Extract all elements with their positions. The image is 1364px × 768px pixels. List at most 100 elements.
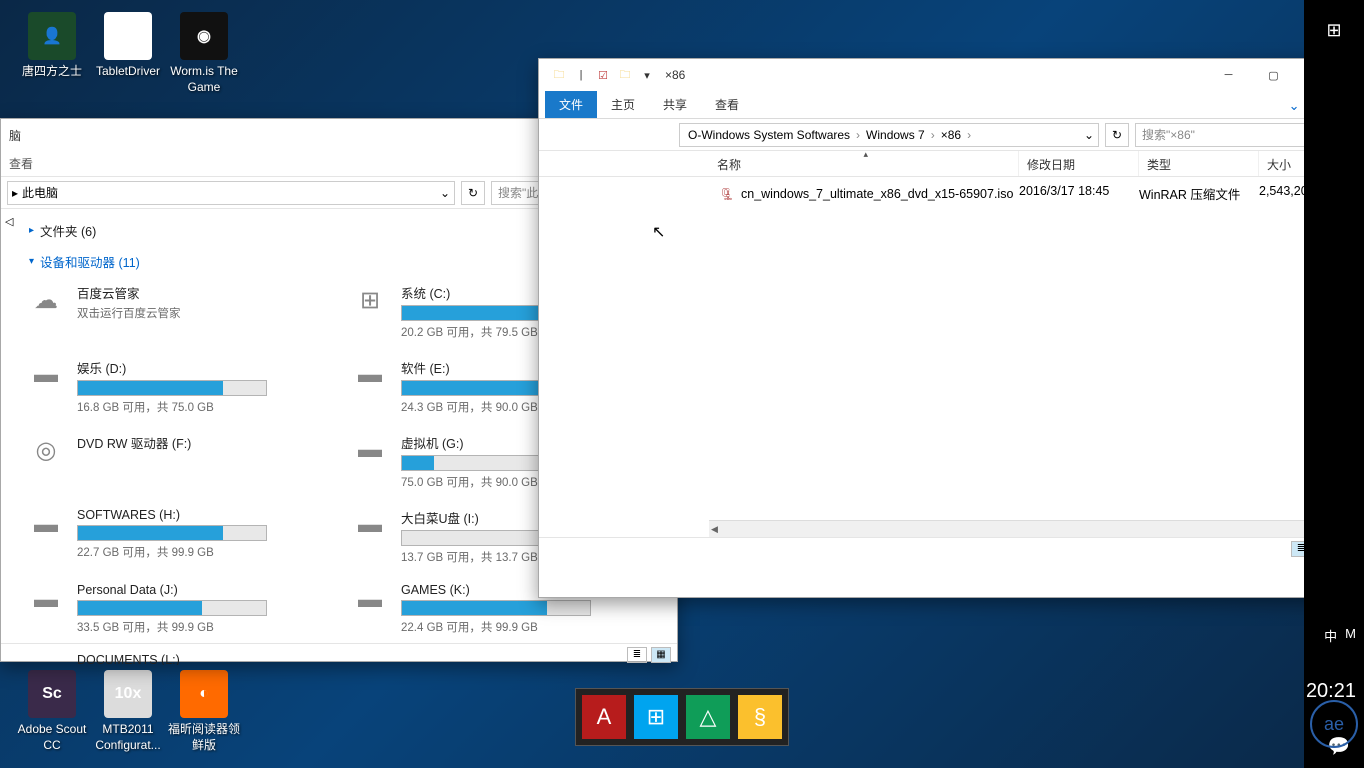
app-icon: ◐	[180, 670, 228, 718]
drive-icon: ▬	[349, 508, 391, 542]
capacity-bar	[77, 380, 267, 396]
maximize-button[interactable]: ▢	[1251, 59, 1296, 91]
icon-label: 福昕阅读器领鲜版	[166, 722, 242, 753]
file-name: cn_windows_7_ultimate_x86_dvd_x15-65907.…	[741, 187, 1013, 201]
nav-back-icon[interactable]: ◁	[5, 215, 13, 228]
col-name[interactable]: 名称 ▴	[709, 151, 1019, 176]
start-charm[interactable]: ⊞	[1304, 0, 1364, 60]
app-icon: 10x	[104, 670, 152, 718]
drive-meta: 22.4 GB 可用，共 99.9 GB	[401, 619, 653, 635]
drive-item[interactable]: ☁百度云管家双击运行百度云管家	[21, 277, 333, 346]
dock-item-dna[interactable]: §	[738, 695, 782, 739]
archive-icon: 🗜	[719, 186, 735, 202]
charms-bar: ⊞	[1304, 0, 1364, 768]
breadcrumb-separator-icon: ›	[965, 128, 973, 142]
file-type: WinRAR 压缩文件	[1139, 184, 1259, 203]
breadcrumb-item[interactable]: ×86	[937, 128, 965, 142]
desktop-icon-worm-is-the-game[interactable]: ◉Worm.is The Game	[166, 12, 242, 95]
drive-icon: ⊞	[349, 283, 391, 317]
dock: A⊞△§	[575, 688, 789, 746]
status-bar: ≣ ▦	[539, 537, 1341, 559]
drive-icon: ▬	[25, 583, 67, 617]
search-placeholder: 搜索"×86"	[1142, 126, 1195, 143]
quick-access-toolbar: 🗀 | ☑ 🗀 ▾	[547, 67, 659, 83]
desktop-icon--[interactable]: 👤唐四方之士	[14, 12, 90, 80]
window-title: 脑	[9, 127, 21, 144]
capacity-bar	[401, 600, 591, 616]
icon-label: MTB2011 Configurat...	[90, 722, 166, 753]
drive-item[interactable]: ▬ Personal Data (J:) 33.5 GB 可用，共 99.9 GB	[21, 577, 333, 641]
dock-item-adobe[interactable]: A	[582, 695, 626, 739]
status-bar: ≣ ▦	[1, 643, 677, 665]
ae-badge-icon: ae	[1310, 700, 1358, 748]
chevron-right-icon: ▸	[29, 225, 34, 236]
icon-label: Adobe Scout CC	[14, 722, 90, 753]
drive-icon: ▬	[349, 583, 391, 617]
address-bar[interactable]: O-Windows System Softwares›Windows 7›×86…	[679, 123, 1099, 147]
column-headers[interactable]: 名称 ▴ 修改日期 类型 大小	[539, 151, 1341, 177]
sort-asc-icon: ▴	[864, 149, 869, 160]
window-title: ×86	[665, 68, 685, 82]
breadcrumb-separator-icon: ›	[929, 128, 937, 142]
drive-icon: ▬	[349, 433, 391, 467]
explorer-x86[interactable]: 🗀 | ☑ 🗀 ▾ ×86 ─ ▢ ✕ 文件 主页 共享 查看 ⌄ ❔ O-Wi…	[538, 58, 1342, 598]
col-date[interactable]: 修改日期	[1019, 151, 1139, 176]
ribbon-tabs: 文件 主页 共享 查看 ⌄ ❔	[539, 91, 1341, 119]
view-tiles-icon[interactable]: ▦	[651, 647, 671, 663]
desktop-icon-mtb2011-configurat-[interactable]: 10x MTB2011 Configurat...	[90, 670, 166, 753]
file-row[interactable]: 🗜 cn_windows_7_ultimate_x86_dvd_x15-65907…	[709, 181, 1341, 206]
address-row: O-Windows System Softwares›Windows 7›×86…	[539, 119, 1341, 151]
desktop-icon-adobe-scout-cc[interactable]: ScAdobe Scout CC	[14, 670, 90, 753]
minimize-button[interactable]: ─	[1206, 59, 1251, 91]
qat-sep: |	[573, 67, 589, 83]
address-bar[interactable]: ▸ 此电脑 ⌄	[7, 181, 455, 205]
tab-home[interactable]: 主页	[597, 91, 649, 118]
properties-icon[interactable]: ☑	[595, 67, 611, 83]
drive-item[interactable]: ▬ 娱乐 (D:) 16.8 GB 可用，共 75.0 GB	[21, 352, 333, 421]
drive-name: SOFTWARES (H:)	[77, 508, 329, 522]
drive-item[interactable]: ▬ SOFTWARES (H:) 22.7 GB 可用，共 99.9 GB	[21, 502, 333, 571]
drive-icon: ◎	[25, 433, 67, 467]
app-icon: 👤	[28, 12, 76, 60]
icon-label: TabletDriver	[90, 64, 166, 80]
tab-view[interactable]: 查看	[701, 91, 753, 118]
scroll-left-icon[interactable]: ◀	[711, 524, 718, 535]
breadcrumb-item[interactable]: Windows 7	[862, 128, 929, 142]
address-text: 此电脑	[22, 184, 58, 201]
drive-icon: ▬	[25, 358, 67, 392]
desktop-icon-tabletdriver[interactable]: ✎TabletDriver	[90, 12, 166, 80]
desktop-icon--[interactable]: ◐ 福昕阅读器领鲜版	[166, 670, 242, 753]
col-type[interactable]: 类型	[1139, 151, 1259, 176]
drive-meta: 33.5 GB 可用，共 99.9 GB	[77, 619, 329, 635]
drive-name: 百度云管家	[77, 283, 329, 302]
drive-meta: 22.7 GB 可用，共 99.9 GB	[77, 544, 329, 560]
drive-name: Personal Data (J:)	[77, 583, 329, 597]
app-icon: ◉	[180, 12, 228, 60]
group-devices-label: 设备和驱动器 (11)	[40, 252, 140, 271]
titlebar[interactable]: 🗀 | ☑ 🗀 ▾ ×86 ─ ▢ ✕	[539, 59, 1341, 91]
drive-icon: ▬	[25, 508, 67, 542]
group-folders-label: 文件夹 (6)	[40, 221, 96, 240]
chevron-down-icon: ▾	[29, 256, 34, 267]
breadcrumb-item[interactable]: O-Windows System Softwares	[684, 128, 854, 142]
drive-name: 娱乐 (D:)	[77, 358, 329, 377]
dock-item-drive[interactable]: △	[686, 695, 730, 739]
capacity-bar	[77, 525, 267, 541]
capacity-bar	[77, 600, 267, 616]
drive-name: DVD RW 驱动器 (F:)	[77, 433, 329, 452]
qat-menu-icon[interactable]: ▾	[639, 67, 655, 83]
view-tab[interactable]: 查看	[9, 155, 33, 172]
tab-file[interactable]: 文件	[545, 91, 597, 118]
refresh-button[interactable]: ↻	[461, 181, 485, 205]
drive-icon: ▬	[349, 358, 391, 392]
drive-meta: 16.8 GB 可用，共 75.0 GB	[77, 399, 329, 415]
tab-share[interactable]: 共享	[649, 91, 701, 118]
scrollbar-horizontal[interactable]: ◀ ▶	[709, 520, 1341, 537]
refresh-button[interactable]: ↻	[1105, 123, 1129, 147]
dock-item-windows[interactable]: ⊞	[634, 695, 678, 739]
drive-item[interactable]: ◎ DVD RW 驱动器 (F:)	[21, 427, 333, 496]
view-details-icon[interactable]: ≣	[627, 647, 647, 663]
ime-indicator[interactable]: 中 M	[1324, 626, 1356, 645]
open-folder-icon[interactable]: 🗀	[617, 67, 633, 83]
breadcrumb-separator-icon: ›	[854, 128, 862, 142]
